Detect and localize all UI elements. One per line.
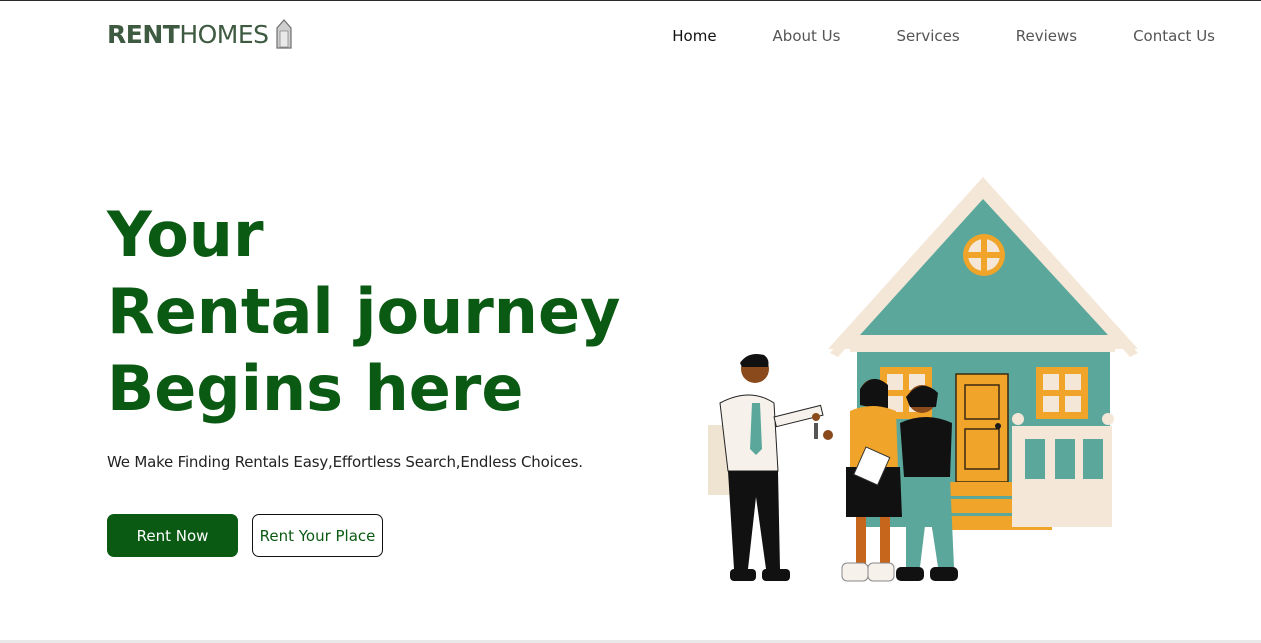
hero-title-line-1: Your	[107, 198, 264, 271]
building-icon	[275, 19, 292, 49]
rent-now-button[interactable]: Rent Now	[107, 514, 238, 557]
nav-link-reviews[interactable]: Reviews	[1016, 27, 1077, 45]
brand-wordmark: RENTHOMES	[107, 19, 269, 49]
nav-link-contact-us[interactable]: Contact Us	[1133, 27, 1215, 45]
top-navbar: RENTHOMES Home About Us Services Reviews…	[0, 1, 1261, 71]
hero-title: Your Rental journey Begins here	[107, 196, 627, 427]
rent-your-place-button[interactable]: Rent Your Place	[252, 514, 383, 557]
agent-figure	[708, 354, 824, 581]
tenant-figure-1	[823, 378, 902, 582]
house-handover-illustration	[708, 177, 1138, 582]
hero-tagline: We Make Finding Rentals Easy,Effortless …	[107, 453, 583, 471]
hero-title-line-3: Begins here	[107, 352, 524, 425]
hero-title-line-2: Rental journey	[107, 275, 621, 348]
nav-link-home[interactable]: Home	[672, 27, 716, 45]
brand-logo[interactable]: RENTHOMES	[107, 19, 293, 49]
nav-link-about-us[interactable]: About Us	[773, 27, 841, 45]
main-menu: Home About Us Services Reviews Contact U…	[616, 27, 1215, 45]
nav-link-services[interactable]: Services	[896, 27, 959, 45]
